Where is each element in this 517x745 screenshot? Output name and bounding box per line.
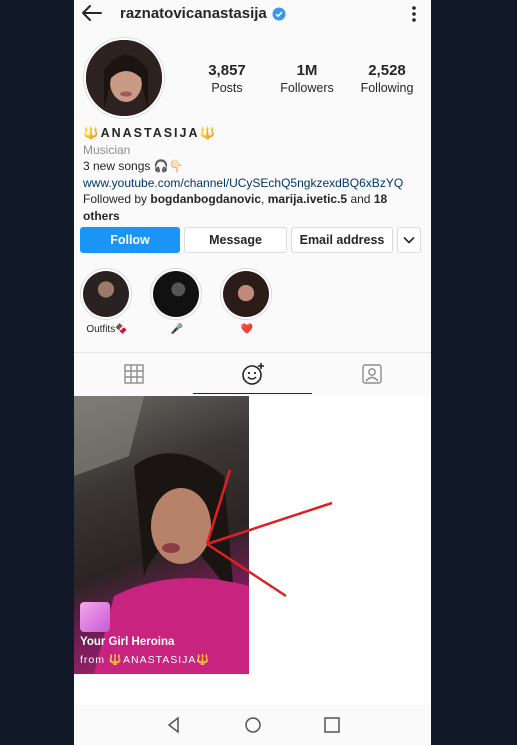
nav-home-icon[interactable] bbox=[243, 715, 263, 735]
followed-by[interactable]: Followed by bogdanbogdanovic, marija.ive… bbox=[83, 191, 423, 224]
reel-title: Your Girl Heroina bbox=[80, 636, 175, 648]
highlight-mic[interactable]: 🎤 bbox=[150, 268, 204, 335]
profile-username: raznatovicanastasija bbox=[120, 5, 286, 22]
email-button[interactable]: Email address bbox=[291, 227, 393, 253]
followers-stat[interactable]: 1M Followers bbox=[272, 62, 342, 95]
message-button[interactable]: Message bbox=[184, 227, 287, 253]
display-name: 🔱ANASTASIJA🔱 bbox=[83, 126, 218, 140]
followers-label: Followers bbox=[280, 81, 334, 95]
highlight-label: ❤️ bbox=[240, 324, 254, 335]
bio-text: 3 new songs 🎧👇🏻 bbox=[83, 159, 184, 173]
highlight-ring bbox=[220, 268, 272, 320]
followed-and: and bbox=[347, 192, 374, 206]
profile-avatar[interactable] bbox=[84, 38, 164, 118]
system-navigation-bar bbox=[74, 705, 431, 745]
followed-by-prefix: Followed by bbox=[83, 192, 151, 206]
bio-link[interactable]: www.youtube.com/channel/UCySEchQ5ngkzexd… bbox=[83, 175, 423, 192]
followers-count: 1M bbox=[296, 62, 318, 79]
category-label: Musician bbox=[83, 142, 131, 157]
following-label: Following bbox=[360, 81, 414, 95]
tab-grid[interactable] bbox=[74, 353, 193, 394]
phone-screen: raznatovicanastasija 3,857 Posts 1M Foll… bbox=[74, 0, 431, 745]
posts-count: 3,857 bbox=[208, 62, 246, 79]
reel-photo-icon bbox=[74, 396, 249, 674]
back-arrow-icon[interactable] bbox=[80, 4, 102, 22]
followed-sep: , bbox=[261, 192, 268, 206]
following-stat[interactable]: 2,528 Following bbox=[352, 62, 422, 95]
story-highlights: Outfits🍫 🎤 ❤️ bbox=[80, 268, 274, 335]
action-buttons: Follow Message Email address bbox=[80, 227, 421, 253]
highlight-cover bbox=[223, 271, 269, 317]
highlight-label: Outfits🍫 bbox=[86, 324, 128, 335]
song-cover-icon bbox=[80, 602, 110, 632]
username-text: raznatovicanastasija bbox=[120, 5, 267, 22]
highlight-cover bbox=[83, 271, 129, 317]
avatar-portrait-icon bbox=[86, 40, 162, 116]
tab-tagged[interactable] bbox=[312, 353, 431, 394]
chevron-down-icon bbox=[403, 236, 415, 244]
content-grid: Your Girl Heroina from 🔱ANASTASIJA🔱 bbox=[74, 396, 431, 708]
followed-user-1: bogdanbogdanovic bbox=[150, 192, 262, 206]
reel-from: from 🔱ANASTASIJA🔱 bbox=[80, 654, 211, 666]
highlight-ring bbox=[80, 268, 132, 320]
follow-button[interactable]: Follow bbox=[80, 227, 180, 253]
more-options-icon[interactable] bbox=[405, 4, 423, 24]
profile-bio: 🔱ANASTASIJA🔱 Musician 3 new songs 🎧👇🏻 ww… bbox=[83, 125, 423, 224]
highlight-heart[interactable]: ❤️ bbox=[220, 268, 274, 335]
tab-reels[interactable] bbox=[193, 353, 312, 394]
highlight-outfits[interactable]: Outfits🍫 bbox=[80, 268, 134, 335]
nav-back-icon[interactable] bbox=[164, 715, 184, 735]
posts-label: Posts bbox=[211, 81, 243, 95]
highlight-label: 🎤 bbox=[170, 324, 184, 335]
posts-stat[interactable]: 3,857 Posts bbox=[192, 62, 262, 95]
suggested-accounts-button[interactable] bbox=[397, 227, 421, 253]
tagged-icon bbox=[361, 363, 382, 384]
nav-recents-icon[interactable] bbox=[322, 715, 342, 735]
reel-thumbnail[interactable]: Your Girl Heroina from 🔱ANASTASIJA🔱 bbox=[74, 396, 249, 674]
following-count: 2,528 bbox=[368, 62, 406, 79]
top-bar: raznatovicanastasija bbox=[74, 0, 431, 28]
profile-tabs bbox=[74, 352, 431, 394]
grid-icon bbox=[123, 363, 144, 384]
followed-user-2: marija.ivetic.5 bbox=[267, 192, 348, 206]
verified-badge-icon bbox=[272, 7, 286, 20]
profile-stats: 3,857 Posts 1M Followers 2,528 Following bbox=[192, 62, 422, 95]
reels-icon bbox=[241, 362, 264, 385]
highlight-cover bbox=[153, 271, 199, 317]
highlight-ring bbox=[150, 268, 202, 320]
